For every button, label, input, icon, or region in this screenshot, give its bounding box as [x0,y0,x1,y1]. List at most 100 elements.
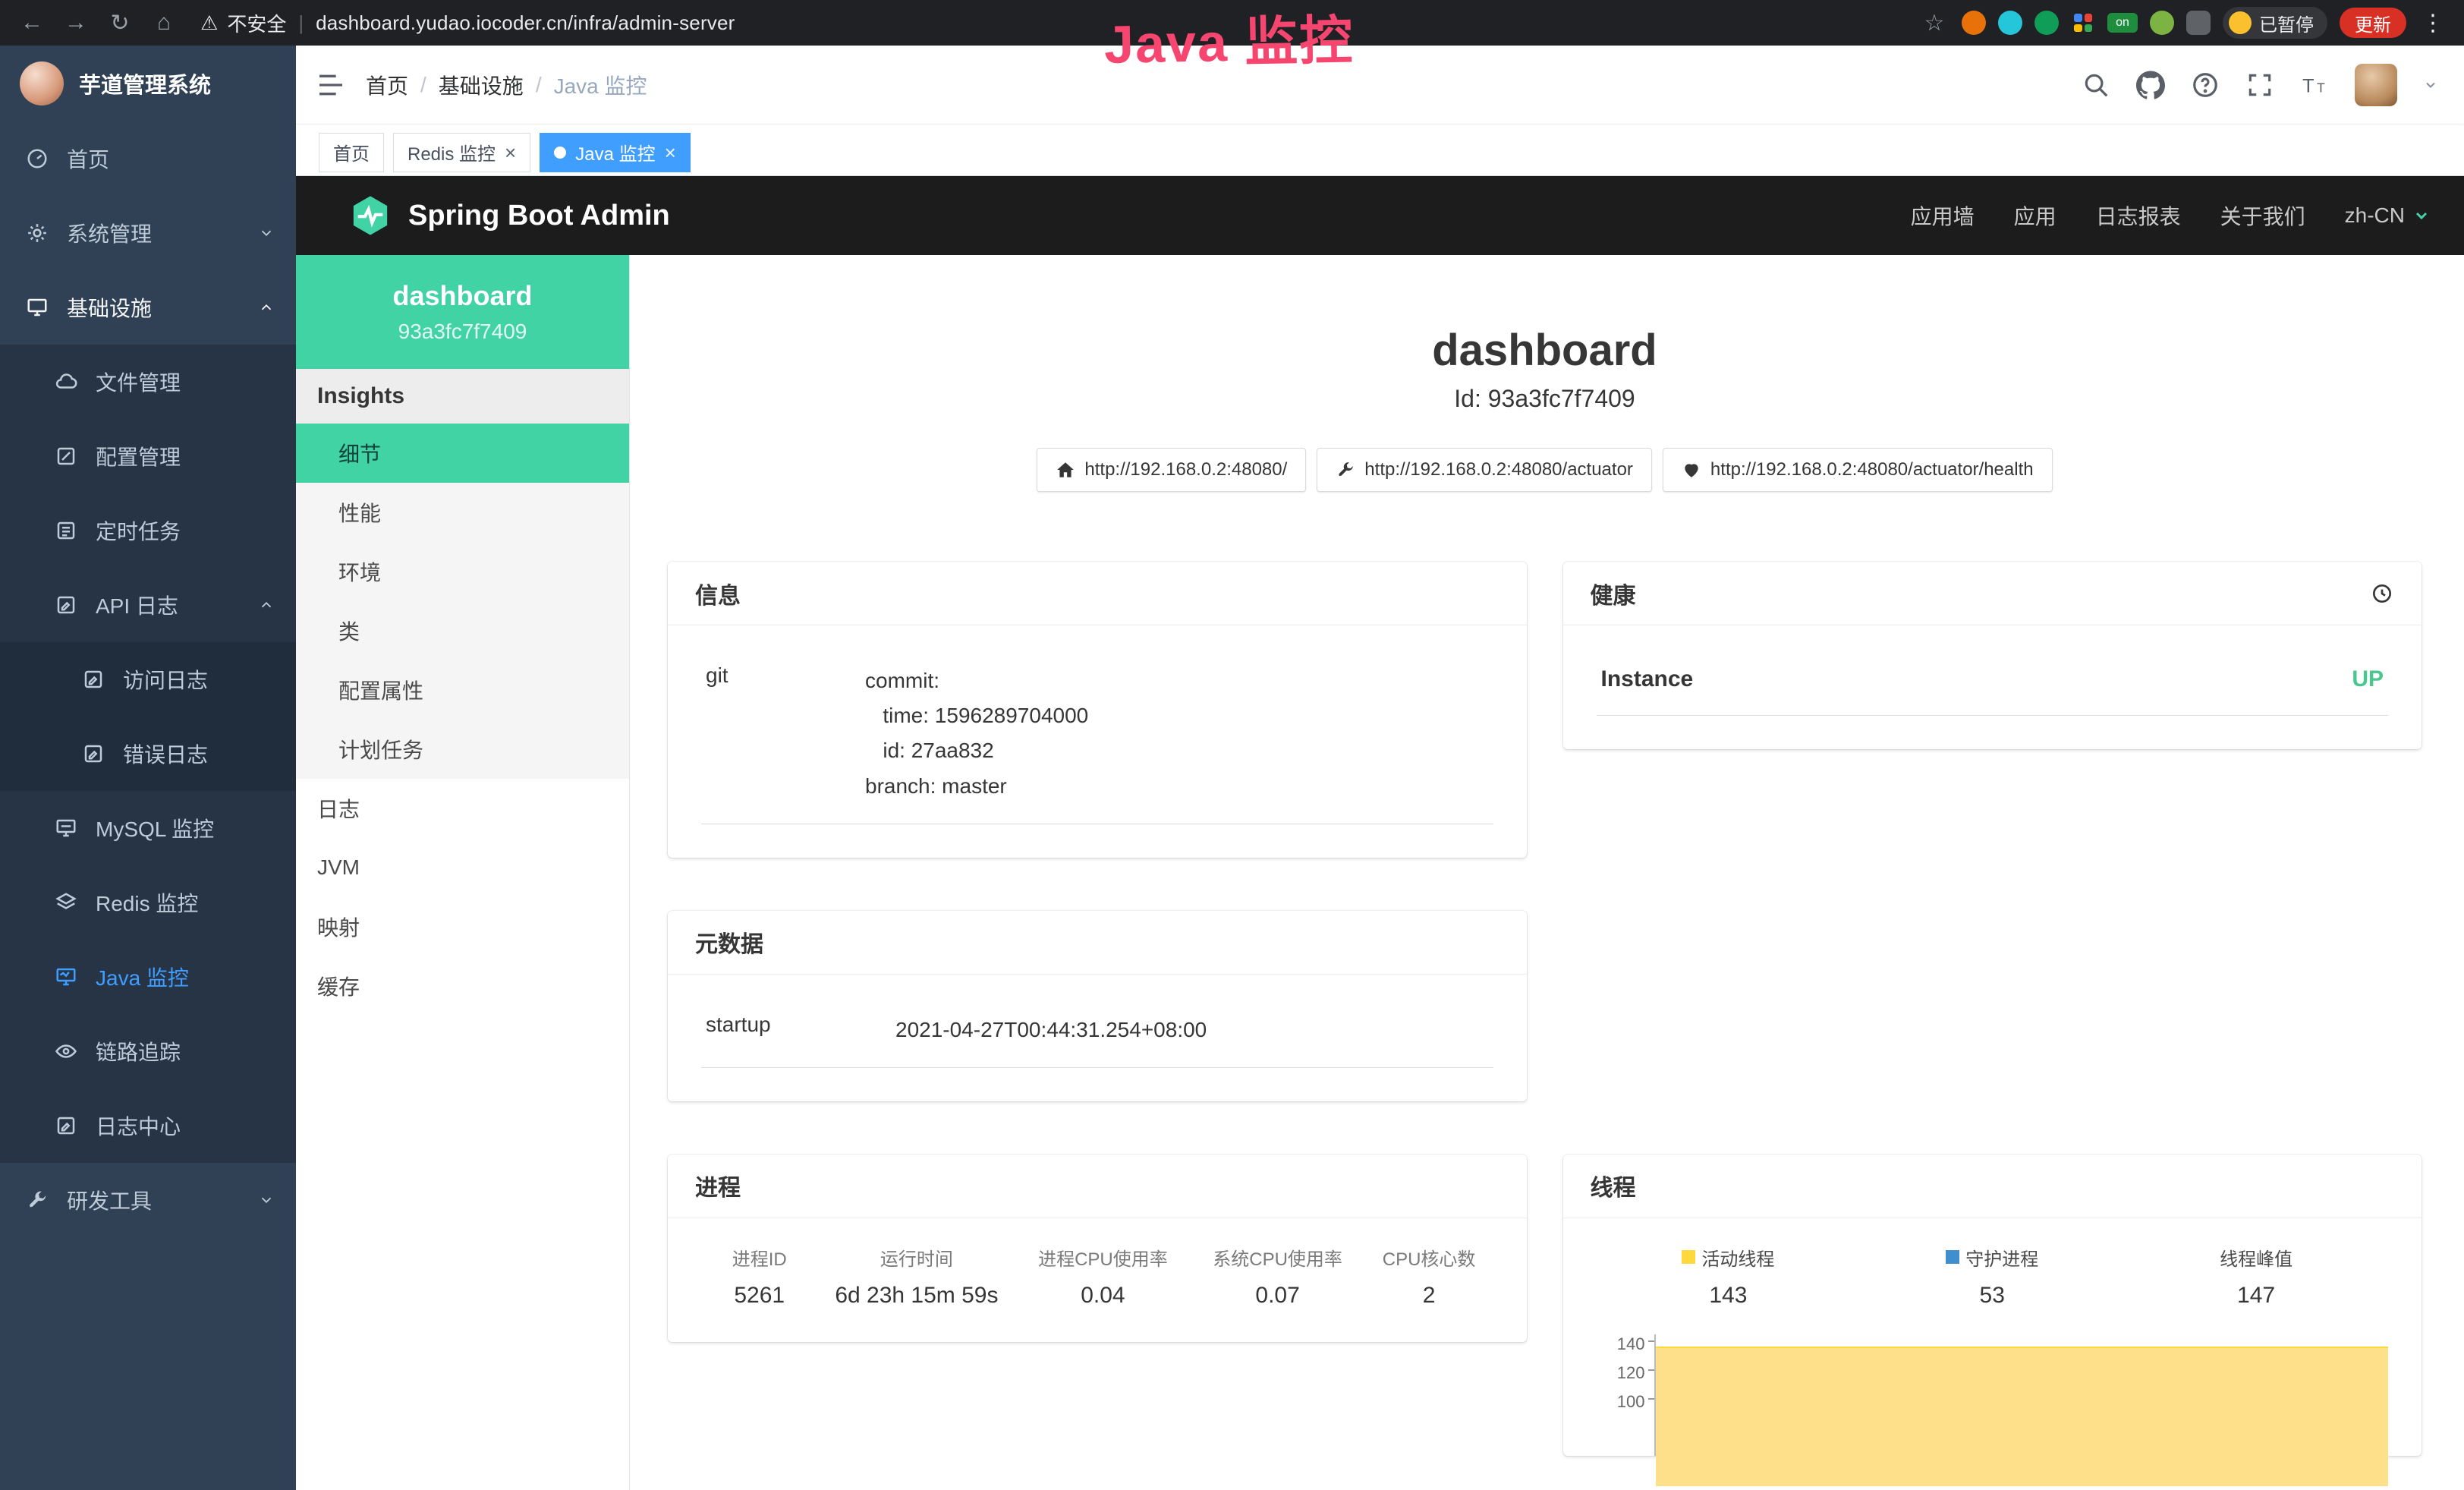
sidebar-item-home[interactable]: 首页 [0,121,296,196]
link-label: http://192.168.0.2:48080/ [1084,459,1287,480]
update-button[interactable]: 更新 [2340,8,2406,38]
omnibox-divider: | [295,11,307,35]
back-icon[interactable]: ← [17,10,47,36]
help-icon[interactable] [2191,71,2220,99]
sidebar-item-api-logs[interactable]: API 日志 [0,568,296,642]
sba-brand[interactable]: Spring Boot Admin [349,194,670,237]
app-header: 首页 / 基础设施 / Java 监控 TT [296,46,2464,124]
app-logo[interactable]: 芋道管理系统 [0,46,296,121]
tab-redis-monitor[interactable]: Redis 监控 × [393,133,530,172]
history-icon[interactable] [2370,581,2394,606]
sidebar-item-file-mgmt[interactable]: 文件管理 [0,345,296,419]
user-avatar[interactable] [2355,64,2397,106]
close-icon[interactable]: × [505,143,516,162]
fullscreen-icon[interactable] [2245,71,2274,99]
bookmark-star-icon[interactable]: ☆ [1919,10,1949,36]
omnibox[interactable]: ⚠ 不安全 | dashboard.yudao.iocoder.cn/infra… [200,9,735,37]
home-icon[interactable]: ⌂ [149,10,179,36]
sba-item-config-props[interactable]: 配置属性 [296,660,629,720]
monitor-icon [26,296,49,319]
list-icon [55,519,77,542]
extension-fox-icon[interactable] [1962,11,1986,35]
service-url-button[interactable]: http://192.168.0.2:48080/ [1037,448,1306,492]
sidebar-item-dev-tools[interactable]: 研发工具 [0,1163,296,1237]
sba-brand-name: Spring Boot Admin [408,200,670,232]
font-size-icon[interactable]: TT [2300,71,2329,99]
sba-nav-applications[interactable]: 应用 [2014,200,2056,231]
search-icon[interactable] [2082,71,2110,99]
sba-locale-select[interactable]: zh-CN [2345,203,2431,228]
chevron-down-icon [258,1192,275,1208]
sidebar-item-system-mgmt[interactable]: 系统管理 [0,196,296,270]
sba-nav-journal[interactable]: 日志报表 [2096,200,2181,231]
legend-value: 53 [1860,1283,2124,1309]
sidebar-item-label: 链路追踪 [96,1036,181,1066]
forward-icon[interactable]: → [61,10,91,36]
instance-id-line: Id: 93a3fc7f7409 [668,385,2422,413]
instance-id: 93a3fc7f7409 [398,320,527,344]
sba-item-jvm[interactable]: JVM [296,838,629,897]
hamburger-icon[interactable] [316,70,346,100]
sba-item-mappings[interactable]: 映射 [296,897,629,956]
sidebar-item-java-monitor[interactable]: Java 监控 [0,940,296,1014]
stat-header: 系统CPU使用率 [1191,1244,1365,1271]
sidebar-item-mysql-monitor[interactable]: MySQL 监控 [0,791,296,865]
health-url-button[interactable]: http://192.168.0.2:48080/actuator/health [1663,448,2053,492]
sba-instance-header[interactable]: dashboard 93a3fc7f7409 [296,255,629,369]
breadcrumb-home[interactable]: 首页 [366,70,408,100]
extension-puzzle-icon[interactable] [2186,11,2211,35]
heartbeat-icon [1682,460,1701,480]
sba-item-details[interactable]: 细节 [296,424,629,483]
page-title: dashboard [668,325,2422,376]
chevron-down-icon [258,225,275,241]
url-text[interactable]: dashboard.yudao.iocoder.cn/infra/admin-s… [316,11,735,35]
sidebar-item-infrastructure[interactable]: 基础设施 [0,270,296,345]
sidebar-item-redis-monitor[interactable]: Redis 监控 [0,865,296,940]
info-value: commit: time: 1596289704000 id: 27aa832 … [865,663,1088,804]
extension-leaf-icon[interactable] [2150,11,2174,35]
legend-value: 143 [1597,1283,1861,1309]
sba-item-logs[interactable]: 日志 [296,779,629,838]
smiley-icon [2229,11,2252,34]
sba-nav-about[interactable]: 关于我们 [2220,200,2305,231]
sidebar-item-label: 配置管理 [96,441,181,471]
github-icon[interactable] [2136,71,2165,99]
sidebar-item-label: Java 监控 [96,962,189,992]
sba-item-classes[interactable]: 类 [296,601,629,660]
sidebar-item-scheduled-jobs[interactable]: 定时任务 [0,493,296,568]
tab-java-monitor[interactable]: Java 监控 × [540,133,691,172]
actuator-url-button[interactable]: http://192.168.0.2:48080/actuator [1317,448,1652,492]
gauge-icon [26,147,49,170]
metadata-key: startup [706,1013,895,1047]
sidebar-item-label: 错误日志 [123,739,208,769]
sba-item-metrics[interactable]: 性能 [296,483,629,542]
breadcrumb-infra[interactable]: 基础设施 [439,70,524,100]
legend-live-threads: 活动线程 [1597,1244,1861,1271]
tab-home[interactable]: 首页 [319,133,384,172]
caret-down-icon[interactable] [2423,77,2438,93]
health-key: Instance [1601,666,1694,692]
browser-menu-icon[interactable]: ⋮ [2418,10,2447,36]
sba-item-caches[interactable]: 缓存 [296,956,629,1016]
sba-nav-wallboard[interactable]: 应用墙 [1911,200,1975,231]
sidebar-item-label: API 日志 [96,590,178,620]
paused-badge[interactable]: 已暂停 [2223,7,2327,39]
sidebar-item-access-logs[interactable]: 访问日志 [0,642,296,717]
sidebar-item-tracing[interactable]: 链路追踪 [0,1014,296,1088]
tab-label: 首页 [333,139,370,165]
sidebar-item-config-mgmt[interactable]: 配置管理 [0,419,296,493]
sidebar-item-error-logs[interactable]: 错误日志 [0,717,296,791]
stat-header: 进程ID [701,1244,817,1271]
logo-avatar [20,61,64,106]
sba-item-environment[interactable]: 环境 [296,542,629,601]
extension-on-icon[interactable]: on [2107,13,2138,33]
extension-grid-icon[interactable] [2071,11,2095,35]
sidebar-item-log-center[interactable]: 日志中心 [0,1088,296,1163]
svg-text:T: T [2317,80,2325,95]
security-label: 不安全 [227,9,286,37]
close-icon[interactable]: × [665,143,676,162]
extension-drop-icon[interactable] [1998,11,2022,35]
extension-circle-icon[interactable] [2034,11,2059,35]
sba-item-scheduled-tasks[interactable]: 计划任务 [296,720,629,779]
reload-icon[interactable]: ↻ [105,10,135,36]
